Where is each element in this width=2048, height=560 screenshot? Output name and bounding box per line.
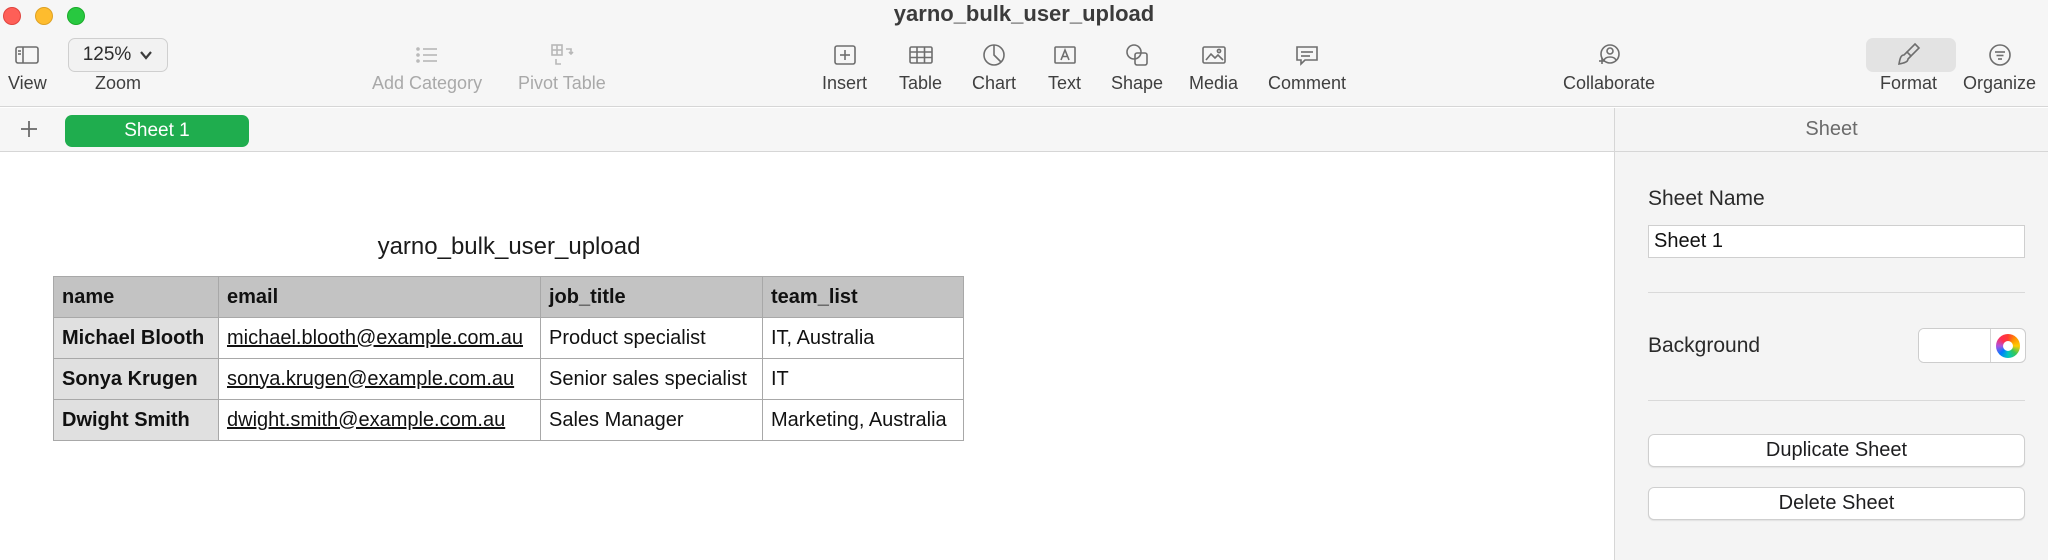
collaborate-button[interactable]: Collaborate: [1563, 38, 1655, 94]
sheet-name-input[interactable]: [1648, 225, 2025, 258]
comment-icon: [1292, 38, 1322, 72]
insert-icon: [830, 38, 860, 72]
header-cell-email[interactable]: email: [218, 276, 541, 318]
cell-name[interactable]: Michael Blooth: [53, 317, 219, 359]
table-row: Sonya Krugen sonya.krugen@example.com.au…: [53, 358, 964, 400]
organize-label: Organize: [1963, 73, 2037, 93]
toolbar: yarno_bulk_user_upload View 125% Zoom Ad…: [0, 0, 2048, 107]
zoom-dropdown[interactable]: 125%: [68, 38, 168, 72]
plus-icon: [21, 121, 37, 137]
header-cell-name[interactable]: name: [53, 276, 219, 318]
chevron-down-icon: [140, 51, 153, 60]
view-button[interactable]: View: [8, 38, 47, 94]
zoom-label: Zoom: [94, 73, 141, 93]
insert-button[interactable]: Insert: [822, 38, 867, 94]
cell-job-title[interactable]: Sales Manager: [540, 399, 763, 441]
table-row: Michael Blooth michael.blooth@example.co…: [53, 317, 964, 359]
tab-sheet-1[interactable]: Sheet 1: [65, 115, 249, 147]
organize-button[interactable]: Organize: [1963, 38, 2036, 94]
comment-label: Comment: [1268, 73, 1347, 93]
background-label: Background: [1648, 334, 1761, 357]
sheet-canvas: yarno_bulk_user_upload name email job_ti…: [0, 153, 1614, 560]
divider: [1648, 292, 2025, 293]
background-swatch[interactable]: [1919, 329, 1991, 362]
insert-label: Insert: [822, 73, 868, 93]
shape-label: Shape: [1111, 73, 1164, 93]
zoom-value: 125%: [82, 44, 132, 65]
zoom-control[interactable]: 125% Zoom: [68, 38, 168, 94]
table-row: Dwight Smith dwight.smith@example.com.au…: [53, 399, 964, 441]
cell-job-title[interactable]: Product specialist: [540, 317, 763, 359]
cell-job-title[interactable]: Senior sales specialist: [540, 358, 763, 400]
cell-team-list[interactable]: Marketing, Australia: [762, 399, 964, 441]
cell-email-link[interactable]: sonya.krugen@example.com.au: [218, 358, 541, 400]
divider: [1648, 400, 2025, 401]
shape-button[interactable]: Shape: [1111, 38, 1163, 94]
table-title[interactable]: yarno_bulk_user_upload: [54, 233, 964, 261]
add-category-label: Add Category: [372, 73, 483, 93]
format-button[interactable]: Format: [1880, 38, 1937, 94]
media-label: Media: [1189, 73, 1239, 93]
pie-chart-icon: [979, 38, 1009, 72]
media-button[interactable]: Media: [1189, 38, 1238, 94]
add-category-button[interactable]: Add Category: [372, 38, 482, 94]
pivot-table-label: Pivot Table: [518, 73, 606, 93]
pivot-table-icon: [547, 38, 577, 72]
sheet-tab-bar: Sheet 1: [0, 108, 1614, 152]
inspector-title: Sheet: [1615, 108, 2048, 152]
format-label: Format: [1880, 73, 1938, 93]
color-wheel-icon[interactable]: [1996, 334, 2020, 358]
duplicate-sheet-button[interactable]: Duplicate Sheet: [1648, 434, 2025, 467]
window-title: yarno_bulk_user_upload: [893, 1, 1155, 26]
cell-team-list[interactable]: IT, Australia: [762, 317, 964, 359]
text-box-icon: [1050, 38, 1080, 72]
view-label: View: [8, 73, 47, 93]
cell-email-link[interactable]: michael.blooth@example.com.au: [218, 317, 541, 359]
delete-sheet-button[interactable]: Delete Sheet: [1648, 487, 2025, 520]
comment-button[interactable]: Comment: [1268, 38, 1346, 94]
cell-team-list[interactable]: IT: [762, 358, 964, 400]
shape-icon: [1122, 38, 1152, 72]
chart-label: Chart: [972, 73, 1017, 93]
organize-icon: [1985, 38, 2015, 72]
header-cell-team-list[interactable]: team_list: [762, 276, 964, 318]
cell-name[interactable]: Sonya Krugen: [53, 358, 219, 400]
text-label: Text: [1048, 73, 1082, 93]
list-icon: [412, 38, 442, 72]
inspector-panel: Sheet Sheet Name Background Duplicate Sh…: [1614, 108, 2048, 560]
pivot-table-button[interactable]: Pivot Table: [518, 38, 606, 94]
photo-icon: [1199, 38, 1229, 72]
cell-name[interactable]: Dwight Smith: [53, 399, 219, 441]
background-color-well[interactable]: [1918, 328, 2026, 363]
table-label: Table: [899, 73, 943, 93]
chart-button[interactable]: Chart: [972, 38, 1016, 94]
table-button[interactable]: Table: [899, 38, 942, 94]
paintbrush-icon: [1894, 38, 1924, 72]
header-cell-job-title[interactable]: job_title: [540, 276, 763, 318]
sidebar-icon: [12, 38, 42, 72]
collaborate-label: Collaborate: [1563, 73, 1656, 93]
collaborate-icon: [1594, 38, 1624, 72]
data-table[interactable]: name email job_title team_list Michael B…: [53, 276, 964, 441]
text-button[interactable]: Text: [1048, 38, 1081, 94]
add-sheet-button[interactable]: [14, 114, 44, 144]
cell-email-link[interactable]: dwight.smith@example.com.au: [218, 399, 541, 441]
sheet-name-label: Sheet Name: [1648, 187, 1765, 210]
table-header-row: name email job_title team_list: [53, 276, 964, 318]
table-icon: [906, 38, 936, 72]
